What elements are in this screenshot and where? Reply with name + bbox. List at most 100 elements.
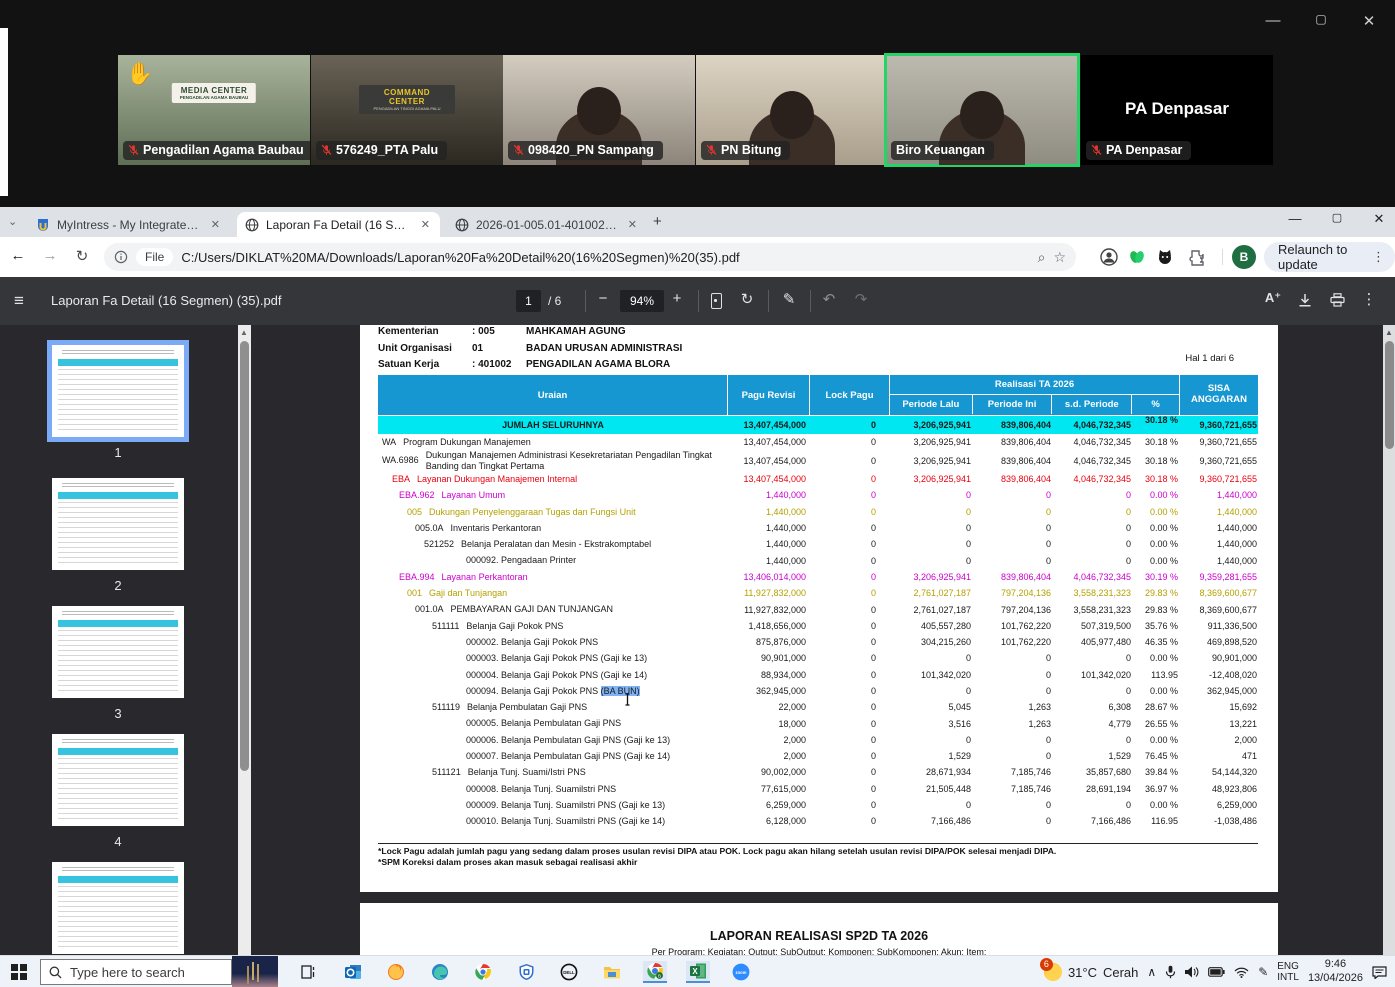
text-cursor: [624, 693, 631, 706]
redo-button[interactable]: ↷: [850, 290, 872, 308]
page-thumbnail-2[interactable]: [52, 478, 184, 570]
chrome-icon[interactable]: [471, 961, 495, 983]
bookmark-star-icon[interactable]: ☆: [1053, 249, 1066, 266]
browser-window: ⌄ MyIntress - My Integrated Treas✕ Lapora…: [0, 207, 1395, 955]
thumbnail-page-number: 2: [52, 578, 184, 593]
browser-tab-2[interactable]: Laporan Fa Detail (16 Segmen) ✕: [237, 212, 440, 237]
pdf-more-menu-icon[interactable]: ⋮: [1358, 290, 1380, 308]
tab-close-icon[interactable]: ✕: [626, 218, 639, 231]
action-center-icon[interactable]: [1372, 966, 1387, 979]
outlook-icon[interactable]: [341, 961, 365, 983]
zoom-minimize-button[interactable]: —: [1258, 12, 1288, 29]
start-button[interactable]: [11, 964, 27, 980]
news-widget-thumbnail[interactable]: [232, 956, 278, 987]
participant-name-label: 098420_PN Sampang: [508, 141, 663, 160]
weather-widget[interactable]: 6 31°C Cerah: [1044, 963, 1138, 981]
document-scrollbar-thumb[interactable]: [1385, 341, 1394, 449]
url-text[interactable]: C:/Users/DIKLAT%20MA/Downloads/Laporan%2…: [181, 250, 1029, 265]
page-thumbnail-1[interactable]: [52, 345, 184, 437]
new-tab-button[interactable]: +: [653, 213, 662, 230]
participant-tile-576249-pta-palu[interactable]: COMMAND CENTERPENGADILAN TINGGI AGAMA PA…: [311, 55, 503, 165]
firefox-icon[interactable]: [384, 961, 408, 983]
undo-button[interactable]: ↶: [818, 290, 840, 308]
page-thumbnail-3[interactable]: [52, 606, 184, 698]
page-thumbnail-4[interactable]: [52, 734, 184, 826]
zoom-maximize-button[interactable]: ▢: [1306, 12, 1336, 26]
table-row: WA.6986Dukungan Manajemen Administrasi K…: [378, 450, 1258, 471]
page-thumbnail-5[interactable]: [52, 862, 184, 954]
extension-cat-icon[interactable]: [1156, 248, 1176, 268]
chrome-running-icon[interactable]: B: [643, 961, 667, 983]
text-annotation-button[interactable]: A⁺: [1262, 290, 1284, 306]
shield-app-icon[interactable]: [514, 961, 538, 983]
zoom-page-icon[interactable]: ⌕: [1038, 249, 1046, 266]
extension-leaf-icon[interactable]: [1128, 248, 1148, 268]
browser-tab-3[interactable]: 2026-01-005.01-401002-03-16✕: [447, 212, 647, 237]
zoom-in-button[interactable]: +: [666, 290, 688, 307]
clock[interactable]: 9:4613/04/2026: [1308, 958, 1363, 986]
excel-icon[interactable]: X: [686, 961, 710, 983]
battery-icon[interactable]: [1208, 967, 1225, 977]
extension-avatar-icon[interactable]: [1100, 248, 1120, 268]
zoom-app-icon[interactable]: zoom: [729, 961, 753, 983]
annotate-pen-button[interactable]: ✎: [778, 290, 800, 308]
microphone-icon[interactable]: [1165, 965, 1176, 979]
table-row: 000094. Belanja Gaji Pokok PNS (BA BUN)3…: [378, 683, 1258, 699]
sidebar-scrollbar-thumb[interactable]: [240, 341, 249, 771]
speaker-icon[interactable]: [1185, 966, 1199, 978]
document-scrollbar[interactable]: ▲: [1383, 325, 1395, 955]
pdf-toolbar: ≡ Laporan Fa Detail (16 Segmen) (35).pdf…: [0, 277, 1395, 325]
task-view-icon[interactable]: [296, 961, 320, 983]
relaunch-to-update-button[interactable]: Relaunch to update ⋮: [1264, 242, 1395, 272]
tab-close-icon[interactable]: ✕: [419, 218, 432, 231]
print-button[interactable]: [1326, 290, 1348, 307]
extensions-puzzle-icon[interactable]: [1188, 248, 1208, 268]
zoom-level-value[interactable]: 94%: [620, 290, 664, 312]
back-button[interactable]: ←: [6, 247, 30, 264]
table-row-total: JUMLAH SELURUHNYA13,407,454,00003,206,92…: [378, 416, 1258, 434]
page-number-input[interactable]: 1: [516, 290, 541, 312]
info-icon[interactable]: [114, 250, 128, 264]
table-row: 000003. Belanja Gaji Pokok PNS (Gaji ke …: [378, 650, 1258, 666]
dell-icon[interactable]: DELL: [557, 961, 581, 983]
participant-tile-pn-bitung[interactable]: PN Bitung: [696, 55, 888, 165]
language-indicator[interactable]: ENGINTL: [1277, 961, 1299, 984]
zoom-close-button[interactable]: ✕: [1354, 12, 1384, 30]
participant-tile-098420-pn-sampang[interactable]: 098420_PN Sampang: [503, 55, 695, 165]
fit-to-page-button[interactable]: [711, 293, 722, 309]
table-row: EBA.962Layanan Umum1,440,00000000.00 %1,…: [378, 487, 1258, 503]
pdf-toolbar-divider: [698, 290, 699, 312]
zoom-out-button[interactable]: −: [592, 290, 614, 307]
browser-close-button[interactable]: ✕: [1364, 211, 1394, 227]
pdf-toolbar-divider: [768, 290, 769, 312]
thumbnail-page-number: 4: [52, 834, 184, 849]
pdf-menu-icon[interactable]: ≡: [14, 291, 24, 311]
meta-row: Satuan Kerja: 401002PENGADILAN AGAMA BLO…: [378, 359, 670, 370]
participant-tile-pa-denpasar[interactable]: PA DenpasarPA Denpasar: [1081, 55, 1273, 165]
wifi-icon[interactable]: [1234, 967, 1249, 978]
windows-ink-pen-icon[interactable]: ✎: [1258, 965, 1268, 979]
forward-button[interactable]: →: [38, 247, 62, 264]
browser-minimize-button[interactable]: —: [1280, 211, 1310, 226]
edge-icon[interactable]: [428, 961, 452, 983]
browser-tab-1[interactable]: MyIntress - My Integrated Treas✕: [28, 212, 230, 237]
tab-title: Laporan Fa Detail (16 Segmen): [266, 218, 412, 232]
taskbar-search-input[interactable]: Type here to search: [40, 959, 232, 985]
rotate-button[interactable]: ↻: [736, 290, 758, 308]
participant-tile-biro-keuangan[interactable]: Biro Keuangan: [886, 55, 1078, 165]
tray-expand-icon[interactable]: ∧: [1147, 965, 1156, 979]
tab-search-chevron-icon[interactable]: ⌄: [8, 215, 17, 228]
page-indicator-label: Hal 1 dari 6: [1185, 353, 1234, 364]
tab-close-icon[interactable]: ✕: [209, 218, 222, 231]
profile-avatar[interactable]: B: [1232, 245, 1256, 269]
sidebar-scrollbar[interactable]: ▲: [238, 325, 251, 955]
browser-maximize-button[interactable]: ▢: [1322, 211, 1352, 224]
participant-tile-pengadilan-agama-baubau[interactable]: MEDIA CENTERPENGADILAN AGAMA BAUBAU✋Peng…: [118, 55, 310, 165]
file-explorer-icon[interactable]: [600, 961, 624, 983]
download-button[interactable]: [1294, 290, 1316, 308]
browser-menu-icon[interactable]: ⋮: [1372, 249, 1385, 265]
address-bar[interactable]: File C:/Users/DIKLAT%20MA/Downloads/Lapo…: [104, 243, 1076, 271]
pdf-globe-favicon: [455, 218, 469, 232]
reload-button[interactable]: ↻: [70, 247, 94, 265]
participant-head: [770, 91, 814, 139]
